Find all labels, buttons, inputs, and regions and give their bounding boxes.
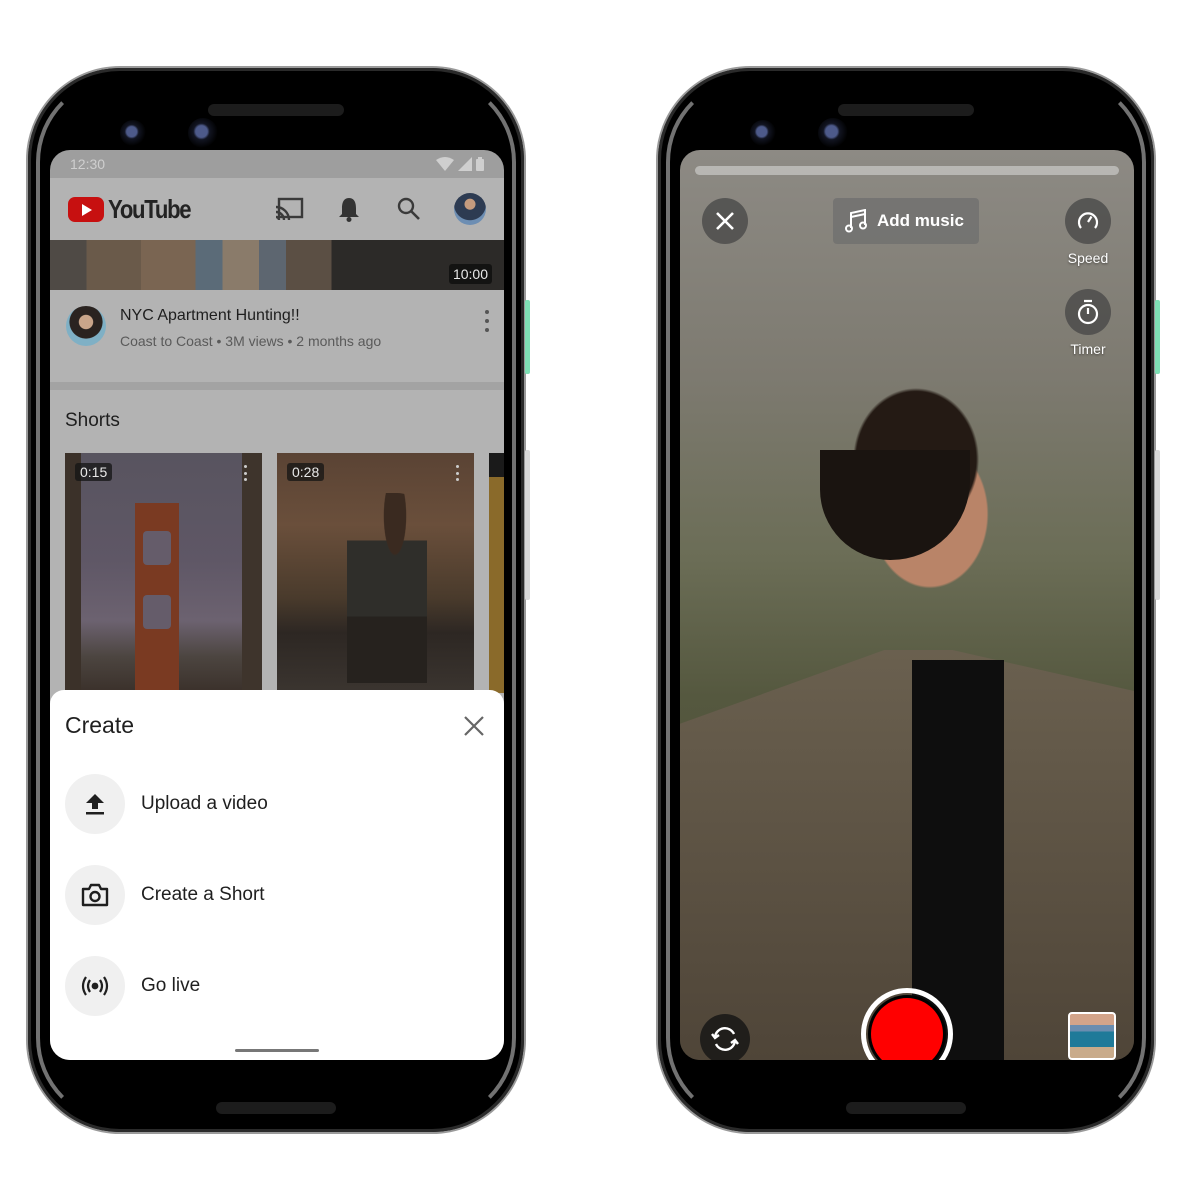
channel-avatar[interactable] [66, 306, 106, 346]
header-actions [274, 193, 486, 225]
gesture-nav-bar[interactable] [235, 1049, 319, 1052]
phone-frame-right: Add music Speed Timer Upload [658, 68, 1160, 1132]
power-button [525, 300, 530, 374]
status-time: 12:30 [70, 156, 106, 172]
volume-button [1155, 450, 1160, 600]
section-divider [50, 382, 504, 390]
upload-from-gallery-button[interactable]: Upload [1066, 1012, 1118, 1060]
option-label: Upload a video [141, 793, 268, 814]
earpiece-speaker [838, 104, 974, 116]
search-icon[interactable] [394, 194, 424, 224]
youtube-play-logo-icon [68, 196, 104, 222]
thumbnail-person [347, 493, 427, 683]
gallery-thumbnail [1068, 1012, 1116, 1060]
wifi-icon [436, 157, 454, 171]
option-label: Create a Short [141, 884, 265, 905]
short-card[interactable]: 0:28 [277, 453, 474, 693]
front-camera-lens [188, 118, 218, 148]
cast-icon[interactable] [274, 194, 304, 224]
front-camera-lens [120, 120, 146, 146]
add-music-button[interactable]: Add music [833, 198, 979, 244]
video-thumbnail[interactable]: 10:00 [50, 240, 504, 290]
status-bar: 12:30 [50, 150, 504, 178]
account-avatar[interactable] [454, 193, 486, 225]
phone-frame-left: 12:30 YouTube 10:00 NYC Apartment Huntin… [28, 68, 530, 1132]
short-card-partial[interactable] [489, 453, 504, 693]
notifications-bell-icon[interactable] [334, 194, 364, 224]
video-subtitle: Coast to Coast • 3M views • 2 months ago [120, 333, 382, 349]
speed-gauge-icon [1077, 212, 1099, 229]
music-note-icon [845, 209, 867, 233]
video-duration-badge: 10:00 [448, 264, 492, 284]
close-icon[interactable] [462, 714, 486, 738]
close-camera-button[interactable] [702, 198, 748, 244]
flip-camera-icon [711, 1027, 739, 1051]
app-header: YouTube [50, 178, 504, 240]
camera-viewfinder[interactable] [680, 150, 1134, 1060]
battery-icon [476, 157, 484, 171]
speed-tool[interactable]: Speed [1064, 198, 1112, 266]
record-dot [871, 998, 943, 1060]
recording-progress-bar [695, 166, 1119, 175]
more-options-icon[interactable] [484, 310, 490, 332]
system-icons [436, 156, 484, 172]
camera-icon [81, 883, 109, 907]
timer-icon [1077, 299, 1099, 325]
bottom-speaker [216, 1102, 336, 1114]
logo-text: YouTube [108, 193, 192, 224]
upload-video-option[interactable]: Upload a video [65, 774, 489, 834]
signal-icon [458, 157, 472, 171]
tool-label: Speed [1067, 250, 1109, 266]
sheet-title: Create [65, 712, 135, 738]
thumbnail-bridge-tower [135, 503, 179, 693]
option-icon-bg [65, 774, 125, 834]
thumbnail-tree [65, 453, 81, 693]
volume-button [525, 450, 530, 600]
tool-icon-bg [1065, 289, 1111, 335]
upload-icon [86, 794, 104, 815]
power-button [1155, 300, 1160, 374]
option-label: Go live [141, 975, 201, 996]
short-card[interactable]: 0:15 [65, 453, 262, 693]
bottom-speaker [846, 1102, 966, 1114]
earpiece-speaker [208, 104, 344, 116]
more-options-icon[interactable] [456, 465, 460, 481]
youtube-home-screen: 12:30 YouTube 10:00 NYC Apartment Huntin… [50, 150, 504, 1060]
video-title[interactable]: NYC Apartment Hunting!! [120, 307, 300, 325]
create-bottom-sheet: Create Upload a video Create a Short Go … [50, 690, 504, 1060]
shorts-section-title: Shorts [65, 410, 120, 431]
front-camera-lens [818, 118, 848, 148]
add-music-label: Add music [877, 211, 964, 230]
tool-icon-bg [1065, 198, 1111, 244]
short-duration-badge: 0:28 [287, 463, 325, 481]
option-icon-bg [65, 956, 125, 1016]
tool-label: Timer [1070, 341, 1106, 357]
youtube-logo[interactable]: YouTube [68, 194, 205, 225]
front-camera-lens [750, 120, 776, 146]
close-icon [716, 212, 734, 230]
shorts-camera-screen: Add music Speed Timer Upload [680, 150, 1134, 1060]
flip-camera-button[interactable] [700, 1014, 750, 1060]
thumbnail-tree [242, 453, 262, 693]
option-icon-bg [65, 865, 125, 925]
more-options-icon[interactable] [244, 465, 248, 481]
viewfinder-subject-beard [820, 450, 970, 560]
short-duration-badge: 0:15 [75, 463, 113, 481]
create-short-option[interactable]: Create a Short [65, 865, 489, 925]
video-info[interactable]: NYC Apartment Hunting!! Coast to Coast •… [50, 290, 504, 382]
live-broadcast-icon [81, 976, 109, 996]
go-live-option[interactable]: Go live [65, 956, 489, 1016]
timer-tool[interactable]: Timer [1064, 289, 1112, 357]
